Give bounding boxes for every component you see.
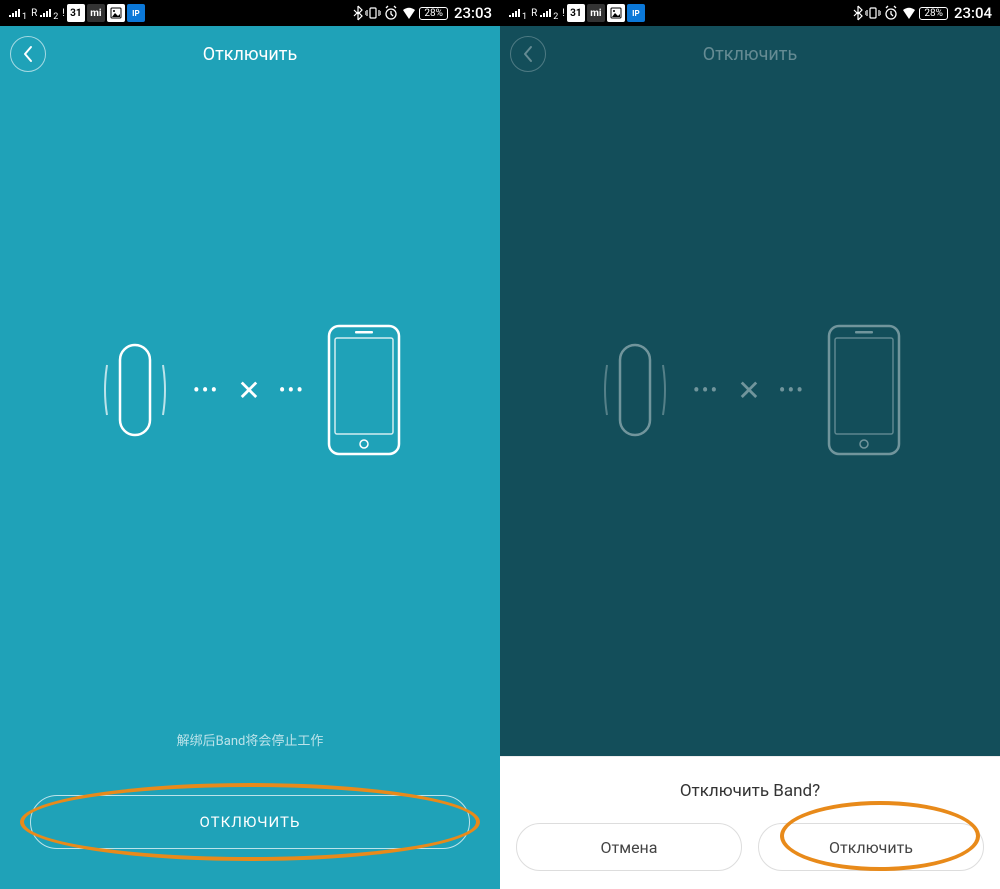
app-header: Отключить — [0, 26, 500, 82]
chevron-left-icon — [522, 45, 534, 63]
status-bar: 1 R 2 ! 31 mi IP — [500, 0, 1000, 26]
chevron-left-icon — [22, 45, 34, 63]
cancel-button-label: Отмена — [601, 838, 658, 857]
band-icon — [95, 325, 175, 455]
calendar-icon: 31 — [67, 4, 85, 22]
phone-icon — [323, 320, 405, 460]
status-right-icons: 28% 23:03 — [353, 4, 492, 22]
phone-app-icon: IP — [127, 4, 145, 22]
signal-1-icon — [8, 7, 22, 19]
dots-icon: ••• — [693, 378, 719, 402]
alarm-icon — [383, 5, 399, 21]
battery-icon: 28% — [919, 7, 948, 20]
wifi-icon — [401, 6, 417, 20]
bluetooth-icon — [353, 5, 363, 21]
image-icon — [107, 4, 125, 22]
dialog-buttons: Отмена Отключить — [516, 823, 984, 871]
screenshot-right: 1 R 2 ! 31 mi IP — [500, 0, 1000, 889]
dots-icon: ••• — [193, 378, 219, 402]
back-button — [510, 36, 546, 72]
status-left-icons: 1 R 2 ! 31 mi IP — [508, 4, 645, 22]
phone-app-icon: IP — [627, 4, 645, 22]
screenshot-left: 1 R 2 ! 31 mi IP — [0, 0, 500, 889]
disconnect-button[interactable]: ОТКЛЮЧИТЬ — [30, 795, 470, 849]
mi-app-icon: mi — [587, 4, 605, 22]
confirm-button-label: Отключить — [829, 838, 913, 857]
image-icon — [607, 4, 625, 22]
hint-text: 解绑后Band将会停止工作 — [0, 730, 500, 749]
page-title: Отключить — [703, 44, 797, 65]
dots-icon: ••• — [779, 378, 805, 402]
cancel-button[interactable]: Отмена — [516, 823, 742, 871]
signal-2-icon — [539, 7, 553, 19]
x-icon: ✕ — [237, 374, 260, 407]
mi-app-icon: mi — [87, 4, 105, 22]
confirm-dialog: Отключить Band? Отмена Отключить — [500, 756, 1000, 889]
page-title: Отключить — [203, 44, 297, 65]
battery-icon: 28% — [419, 7, 448, 20]
unpair-illustration: ••• ✕ ••• — [500, 320, 1000, 460]
status-bar: 1 R 2 ! 31 mi IP — [0, 0, 500, 26]
unpair-illustration: ••• ✕ ••• — [0, 320, 500, 460]
calendar-icon: 31 — [567, 4, 585, 22]
wifi-icon — [901, 6, 917, 20]
x-icon: ✕ — [737, 374, 760, 407]
clock: 23:04 — [954, 4, 992, 22]
band-icon — [595, 325, 675, 455]
phone-icon — [823, 320, 905, 460]
dots-icon: ••• — [279, 378, 305, 402]
signal-1-icon — [508, 7, 522, 19]
dialog-title: Отключить Band? — [516, 781, 984, 801]
clock: 23:03 — [454, 4, 492, 22]
signal-2-icon — [39, 7, 53, 19]
status-right-icons: 28% 23:04 — [853, 4, 992, 22]
vibrate-icon — [865, 6, 881, 20]
bluetooth-icon — [853, 5, 863, 21]
disconnect-button-label: ОТКЛЮЧИТЬ — [200, 813, 301, 831]
vibrate-icon — [365, 6, 381, 20]
app-header: Отключить — [500, 26, 1000, 82]
back-button[interactable] — [10, 36, 46, 72]
alarm-icon — [883, 5, 899, 21]
confirm-disconnect-button[interactable]: Отключить — [758, 823, 984, 871]
status-left-icons: 1 R 2 ! 31 mi IP — [8, 4, 145, 22]
